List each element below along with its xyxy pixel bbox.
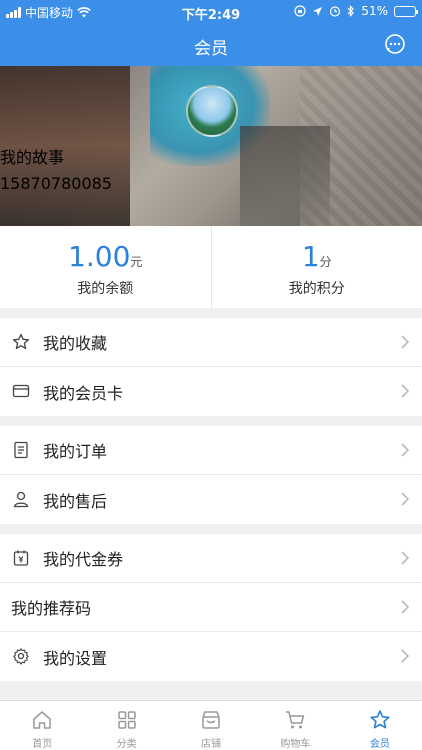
balance-unit: 元 xyxy=(130,255,143,269)
balance-value: 1.00 xyxy=(68,240,131,273)
battery-icon xyxy=(394,5,418,17)
menu-item-after-sales[interactable]: 我的售后 xyxy=(0,475,422,524)
chevron-right-icon xyxy=(401,443,410,457)
menu-label: 我的会员卡 xyxy=(43,383,124,403)
menu-label: 我的售后 xyxy=(43,491,108,511)
stats-panel: 1.00元 我的余额 1分 我的积分 xyxy=(0,226,422,308)
battery-percent: 51% xyxy=(361,4,388,18)
chevron-right-icon xyxy=(401,335,410,349)
chevron-right-icon xyxy=(401,551,410,565)
chat-bubble-icon[interactable] xyxy=(384,33,406,55)
menu-group-2: 我的订单 我的售后 xyxy=(0,426,422,524)
tab-member[interactable]: 会员 xyxy=(338,701,422,750)
star-icon xyxy=(370,710,390,729)
store-icon xyxy=(202,711,220,729)
tab-store[interactable]: 店铺 xyxy=(169,701,253,750)
coupon-icon xyxy=(13,550,29,566)
grid-icon xyxy=(117,711,136,729)
orientation-lock-icon xyxy=(294,5,306,17)
menu-label: 我的订单 xyxy=(43,442,108,461)
tab-label: 会员 xyxy=(369,739,390,750)
star-icon xyxy=(12,333,30,350)
tab-label: 购物车 xyxy=(280,739,311,750)
menu-item-referral-code[interactable]: 我的推荐码 xyxy=(0,583,422,632)
menu-label: 我的收藏 xyxy=(43,334,108,353)
person-icon xyxy=(13,491,29,508)
menu-item-favorites[interactable]: 我的收藏 xyxy=(0,318,422,367)
menu-group-1: 我的收藏 我的会员卡 xyxy=(0,318,422,416)
order-icon xyxy=(14,441,28,459)
chevron-right-icon xyxy=(401,492,410,506)
menu-item-settings[interactable]: 我的设置 xyxy=(0,632,422,681)
menu-label: 我的推荐码 xyxy=(11,599,92,618)
chevron-right-icon xyxy=(401,384,410,398)
points-value: 1 xyxy=(301,240,320,273)
menu-label: 我的代金券 xyxy=(43,550,124,569)
tab-label: 首页 xyxy=(32,739,53,750)
cart-icon xyxy=(286,711,305,729)
profile-phone: 15870780085 xyxy=(0,174,112,193)
gear-icon xyxy=(13,648,29,665)
points-unit: 分 xyxy=(319,255,332,269)
balance-stat[interactable]: 1.00元 我的余额 xyxy=(0,226,211,308)
tab-cart[interactable]: 购物车 xyxy=(253,701,337,750)
menu-item-orders[interactable]: 我的订单 xyxy=(0,426,422,475)
points-label: 我的积分 xyxy=(288,281,345,297)
card-icon xyxy=(12,384,30,398)
chevron-right-icon xyxy=(401,600,410,614)
nav-bar: 会员 xyxy=(0,24,422,66)
tab-home[interactable]: 首页 xyxy=(0,701,84,750)
chevron-right-icon xyxy=(401,649,410,663)
status-bar: 中国移动 下午2:49 51% xyxy=(0,0,422,24)
menu-item-member-card[interactable]: 我的会员卡 xyxy=(0,367,422,416)
points-stat[interactable]: 1分 我的积分 xyxy=(210,226,422,308)
alarm-icon xyxy=(330,6,341,17)
tab-category[interactable]: 分类 xyxy=(84,701,168,750)
profile-name: 我的故事 xyxy=(0,148,65,167)
menu-group-3: 我的代金券 我的推荐码 我的设置 xyxy=(0,534,422,681)
menu-item-coupons[interactable]: 我的代金券 xyxy=(0,534,422,583)
avatar[interactable] xyxy=(186,85,238,137)
page-title: 会员 xyxy=(194,39,228,59)
home-icon xyxy=(33,711,51,729)
tab-bar: 首页 分类 店铺 购物车 会员 xyxy=(0,700,422,750)
menu-label: 我的设置 xyxy=(43,648,108,668)
location-icon xyxy=(313,6,323,16)
tab-label: 店铺 xyxy=(201,739,222,750)
balance-label: 我的余额 xyxy=(77,281,134,297)
tab-label: 分类 xyxy=(116,739,137,750)
bluetooth-icon xyxy=(347,5,355,17)
